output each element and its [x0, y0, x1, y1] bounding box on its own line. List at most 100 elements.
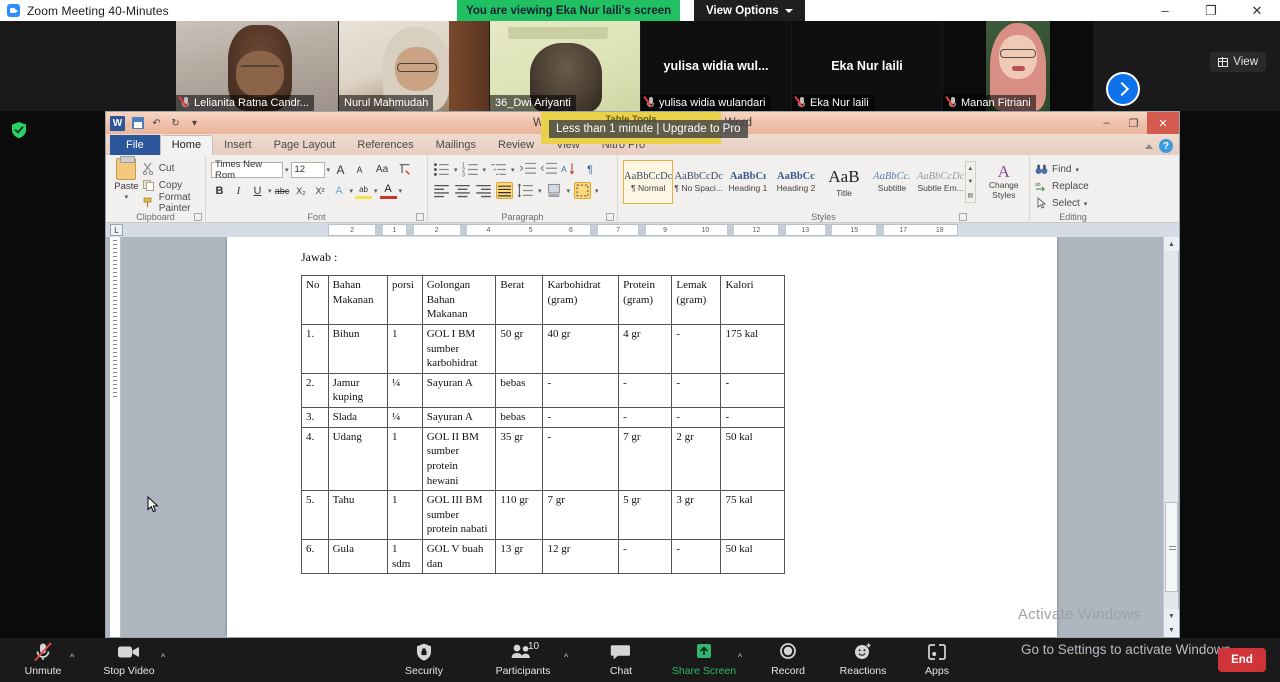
- zoom-minimize-button[interactable]: –: [1142, 0, 1188, 21]
- word-minimize-button[interactable]: –: [1093, 112, 1120, 134]
- scroll-down-arrow[interactable]: ▼: [1164, 609, 1179, 623]
- ribbon-collapse-icon[interactable]: [1145, 143, 1153, 149]
- horizontal-ruler[interactable]: 2 1 2 4 5 6 7 9 10 12 13 15 17 18: [328, 224, 958, 236]
- nutrition-table[interactable]: No Bahan Makanan porsi Golongan Bahan Ma…: [301, 275, 785, 575]
- select-button[interactable]: Select ▾: [1035, 196, 1111, 211]
- tab-insert[interactable]: Insert: [213, 136, 263, 155]
- font-name-dropdown-icon[interactable]: ▾: [285, 166, 289, 174]
- borders-dropdown-icon[interactable]: ▾: [595, 187, 599, 195]
- stop-video-button[interactable]: Stop Video: [98, 642, 160, 677]
- tab-stop-selector[interactable]: L: [110, 224, 123, 236]
- styles-more-icon[interactable]: ▤: [966, 189, 974, 202]
- increase-indent-icon[interactable]: [539, 161, 557, 178]
- tab-home[interactable]: Home: [159, 135, 214, 155]
- participants-button[interactable]: Participants 10: [492, 641, 554, 677]
- font-dialog-launcher[interactable]: [416, 213, 424, 221]
- shading-dropdown-icon[interactable]: ▾: [567, 187, 571, 195]
- align-right-icon[interactable]: [475, 182, 492, 199]
- multilevel-list-icon[interactable]: [490, 161, 507, 178]
- scroll-up-arrow[interactable]: ▲: [1164, 237, 1179, 251]
- grow-font-button[interactable]: A: [332, 161, 349, 178]
- participant-tile[interactable]: Nurul Mahmudah: [339, 21, 489, 111]
- participant-tile[interactable]: 36_Dwi Ariyanti: [490, 21, 640, 111]
- scrollbar-thumb[interactable]: [1165, 502, 1178, 592]
- font-size-input[interactable]: 12: [290, 161, 325, 178]
- paste-dropdown-icon[interactable]: ▾: [125, 193, 129, 201]
- font-name-input[interactable]: Times New Rom: [211, 159, 283, 181]
- apps-button[interactable]: Apps: [906, 642, 968, 677]
- zoom-close-button[interactable]: ✕: [1234, 0, 1280, 21]
- align-center-icon[interactable]: [454, 182, 471, 199]
- participant-tile[interactable]: Eka Nur laili Eka Nur laili: [792, 21, 942, 111]
- clear-formatting-icon[interactable]: [396, 161, 413, 178]
- audio-options-chevron-icon[interactable]: ^: [70, 652, 74, 662]
- next-participants-button[interactable]: [1106, 72, 1140, 106]
- font-color-button[interactable]: A: [379, 182, 397, 199]
- participant-tile[interactable]: Manan Fitriani: [943, 21, 1093, 111]
- decrease-indent-icon[interactable]: [519, 161, 536, 178]
- underline-button[interactable]: U: [249, 182, 266, 199]
- paragraph-dialog-launcher[interactable]: [606, 213, 614, 221]
- share-screen-button[interactable]: Share Screen: [672, 642, 736, 677]
- tab-review[interactable]: Review: [487, 136, 545, 155]
- participant-tile[interactable]: Lelianita Ratna Candr...: [176, 21, 338, 111]
- align-left-icon[interactable]: [433, 182, 450, 199]
- style-no-spacing[interactable]: AaBbCcDc ¶ No Spaci...: [673, 160, 724, 204]
- shield-check-icon[interactable]: [10, 121, 28, 139]
- styles-scroll-up-icon[interactable]: ▲: [966, 162, 974, 175]
- subscript-button[interactable]: X₂: [293, 182, 310, 199]
- bold-button[interactable]: B: [211, 182, 228, 199]
- shading-icon[interactable]: [546, 182, 563, 199]
- tab-file[interactable]: File: [110, 135, 160, 155]
- cut-button[interactable]: Cut: [142, 161, 200, 176]
- style-title[interactable]: AaB Title: [820, 160, 868, 204]
- font-size-dropdown-icon[interactable]: ▾: [327, 166, 331, 174]
- format-painter-button[interactable]: Format Painter: [142, 192, 200, 214]
- style-heading-2[interactable]: AaBbCc Heading 2: [772, 160, 820, 204]
- text-effects-dropdown-icon[interactable]: ▾: [350, 187, 354, 195]
- select-dropdown-icon[interactable]: ▾: [1084, 200, 1088, 208]
- document-page[interactable]: Jawab : No Bahan Makanan porsi Golongan …: [227, 237, 1057, 637]
- text-effects-button[interactable]: A: [331, 182, 348, 199]
- bullets-dropdown-icon[interactable]: ▾: [454, 166, 458, 174]
- line-spacing-icon[interactable]: [517, 182, 534, 199]
- show-formatting-marks-button[interactable]: ¶: [582, 161, 599, 178]
- styles-gallery-scroll[interactable]: ▲ ▼ ▤: [965, 161, 976, 203]
- record-button[interactable]: Record: [757, 642, 819, 677]
- numbering-dropdown-icon[interactable]: ▾: [483, 166, 487, 174]
- view-layout-button[interactable]: View: [1210, 52, 1266, 72]
- highlight-button[interactable]: ab: [355, 182, 373, 199]
- multilevel-dropdown-icon[interactable]: ▾: [511, 166, 515, 174]
- find-dropdown-icon[interactable]: ▾: [1075, 166, 1079, 174]
- change-styles-button[interactable]: A Change Styles: [984, 160, 1024, 204]
- security-button[interactable]: Security: [393, 642, 455, 677]
- style-subtle-emphasis[interactable]: AaBbCcDc Subtle Em...: [916, 160, 965, 204]
- replace-button[interactable]: ab Replace: [1035, 179, 1111, 194]
- strikethrough-button[interactable]: abc: [274, 182, 291, 199]
- borders-icon[interactable]: [574, 182, 592, 199]
- font-color-dropdown-icon[interactable]: ▾: [399, 187, 403, 195]
- participant-tile[interactable]: yulisa widia wul... yulisa widia wulanda…: [641, 21, 791, 111]
- chat-button[interactable]: Chat: [590, 642, 652, 677]
- styles-scroll-down-icon[interactable]: ▼: [966, 176, 974, 189]
- participants-chevron-icon[interactable]: ^: [564, 652, 568, 662]
- tab-mailings[interactable]: Mailings: [425, 136, 487, 155]
- document-vertical-scrollbar[interactable]: ▲ ▼ ▼: [1163, 237, 1179, 637]
- style-heading-1[interactable]: AaBbCı Heading 1: [724, 160, 772, 204]
- superscript-button[interactable]: X²: [312, 182, 329, 199]
- line-spacing-dropdown-icon[interactable]: ▾: [538, 187, 542, 195]
- numbering-icon[interactable]: 123: [462, 161, 479, 178]
- scroll-next-page-arrow[interactable]: ▼: [1164, 623, 1179, 637]
- video-options-chevron-icon[interactable]: ^: [161, 652, 165, 662]
- style-subtitle[interactable]: AaBbCc. Subtitle: [868, 160, 916, 204]
- help-question-icon[interactable]: ?: [1159, 139, 1173, 153]
- tab-page-layout[interactable]: Page Layout: [263, 136, 347, 155]
- underline-dropdown-icon[interactable]: ▾: [268, 187, 272, 195]
- word-restore-button[interactable]: ❐: [1120, 112, 1147, 134]
- shrink-font-button[interactable]: A: [351, 161, 368, 178]
- tab-references[interactable]: References: [346, 136, 424, 155]
- sort-icon[interactable]: A: [561, 161, 578, 178]
- change-case-button[interactable]: Aa: [370, 161, 394, 178]
- zoom-maximize-button[interactable]: ❐: [1188, 0, 1234, 21]
- view-options-button[interactable]: View Options: [694, 0, 805, 21]
